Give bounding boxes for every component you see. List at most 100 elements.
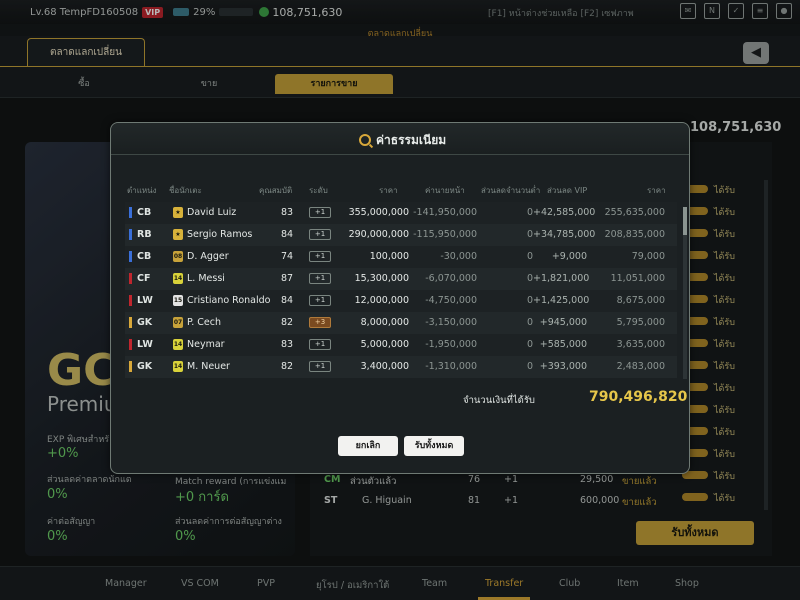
row-vip-discount: +34,785,000 [533,229,596,240]
row-level-badge: +1 [309,361,331,372]
header-low-discount: ส่วนลดจำนวนต่ำ [481,186,541,195]
row-ovr: 83 [281,339,294,350]
row-vip-discount: +42,585,000 [533,207,596,218]
row-player-name: P. Cech [187,317,222,328]
row-ovr: 74 [281,251,294,262]
row-low-discount: 0 [526,361,533,372]
row-position: CB [137,207,152,218]
row-low-discount: 0 [526,207,533,218]
row-position: LW [137,339,153,350]
row-ovr: 82 [281,361,294,372]
row-commission: -141,950,000 [413,207,477,218]
row-player-name: L. Messi [187,273,225,284]
row-commission: -1,310,000 [425,361,477,372]
header-final-price: ราคา [647,186,666,195]
modal-scrollbar-thumb[interactable] [683,207,687,235]
row-low-discount: 0 [526,273,533,284]
row-player-name: David Luiz [187,207,237,218]
row-vip-discount: +585,000 [539,339,587,350]
row-final-price: 255,635,000 [604,207,665,218]
position-color-bar [129,229,132,240]
row-price: 355,000,000 [348,207,409,218]
row-player-name: Neymar [187,339,225,350]
row-position: GK [137,317,153,328]
fee-row: GK 14 M. Neuer 82 +1 3,400,000 -1,310,000 0 +393… [125,356,677,378]
row-position: LW [137,295,153,306]
position-color-bar [129,295,132,306]
row-commission: -3,150,000 [425,317,477,328]
fee-row: LW 15 Cristiano Ronaldo 84 +1 12,000,000 -4,75… [125,290,677,312]
row-final-price: 3,635,000 [616,339,665,350]
row-commission: -30,000 [440,251,477,262]
header-level: ระดับ [309,186,328,195]
season-icon: 14 [173,361,183,372]
row-final-price: 208,835,000 [604,229,665,240]
row-ovr: 87 [281,273,294,284]
row-price: 8,000,000 [360,317,409,328]
header-position: ตำแหน่ง [127,186,157,195]
row-final-price: 8,675,000 [616,295,665,306]
row-player-name: Cristiano Ronaldo [187,295,271,306]
row-price: 3,400,000 [360,361,409,372]
row-price: 12,000,000 [354,295,409,306]
row-ovr: 84 [281,229,294,240]
row-ovr: 82 [281,317,294,328]
fee-row: RB ★ Sergio Ramos 84 +1 290,000,000 -115,950,0… [125,224,677,246]
row-low-discount: 0 [526,339,533,350]
header-vip-discount: ส่วนลด VIP [547,186,588,195]
row-vip-discount: +1,425,000 [533,295,590,306]
search-icon [359,134,371,146]
header-price: ราคา [379,186,398,195]
position-color-bar [129,207,132,218]
header-player-name: ชื่อนักเตะ [169,186,202,195]
row-price: 290,000,000 [348,229,409,240]
accept-all-button[interactable]: รับทั้งหมด [404,436,464,456]
fee-table-header: ตำแหน่ง ชื่อนักเตะ คุณสมบัติ ระดับ ราคา … [125,184,677,198]
fee-row: CB ★ David Luiz 83 +1 355,000,000 -141,950,000… [125,202,677,224]
season-icon: ★ [173,229,183,240]
fee-row: CB 08 D. Agger 74 +1 100,000 -30,000 0 +9,000 79,… [125,246,677,268]
position-color-bar [129,339,132,350]
season-icon: 14 [173,339,183,350]
row-low-discount: 0 [526,229,533,240]
row-level-badge: +3 [309,317,331,328]
total-label: จำนวนเงินที่ได้รับ [463,395,535,406]
season-icon: 07 [173,317,183,328]
row-level-badge: +1 [309,295,331,306]
row-level-badge: +1 [309,207,331,218]
position-color-bar [129,273,132,284]
row-level-badge: +1 [309,229,331,240]
row-low-discount: 0 [526,317,533,328]
row-low-discount: 0 [526,295,533,306]
row-vip-discount: +393,000 [539,361,587,372]
season-icon: 14 [173,273,183,284]
row-ovr: 83 [281,207,294,218]
row-price: 100,000 [369,251,409,262]
header-commission: ค่านายหน้า [425,186,465,195]
row-position: CF [137,273,151,284]
fee-row: LW 14 Neymar 83 +1 5,000,000 -1,950,000 0 +585,0… [125,334,677,356]
season-icon: 15 [173,295,183,306]
row-vip-discount: +1,821,000 [533,273,590,284]
row-level-badge: +1 [309,251,331,262]
row-position: CB [137,251,152,262]
row-commission: -1,950,000 [425,339,477,350]
row-commission: -6,070,000 [425,273,477,284]
row-low-discount: 0 [526,251,533,262]
row-ovr: 84 [281,295,294,306]
season-icon: 08 [173,251,183,262]
row-commission: -4,750,000 [425,295,477,306]
fee-row: CF 14 L. Messi 87 +1 15,300,000 -6,070,000 0 +1,… [125,268,677,290]
row-price: 5,000,000 [360,339,409,350]
modal-title: ค่าธรรมเนียม [376,133,447,147]
cancel-button[interactable]: ยกเลิก [338,436,398,456]
row-level-badge: +1 [309,273,331,284]
row-vip-discount: +9,000 [551,251,587,262]
position-color-bar [129,317,132,328]
row-player-name: M. Neuer [187,361,230,372]
fee-row: GK 07 P. Cech 82 +3 8,000,000 -3,150,000 0 +945,… [125,312,677,334]
row-final-price: 79,000 [631,251,665,262]
fee-modal: ค่าธรรมเนียม ตำแหน่ง ชื่อนักเตะ คุณสมบัต… [110,122,690,474]
row-position: RB [137,229,152,240]
total-value: 790,496,820 [589,389,688,405]
